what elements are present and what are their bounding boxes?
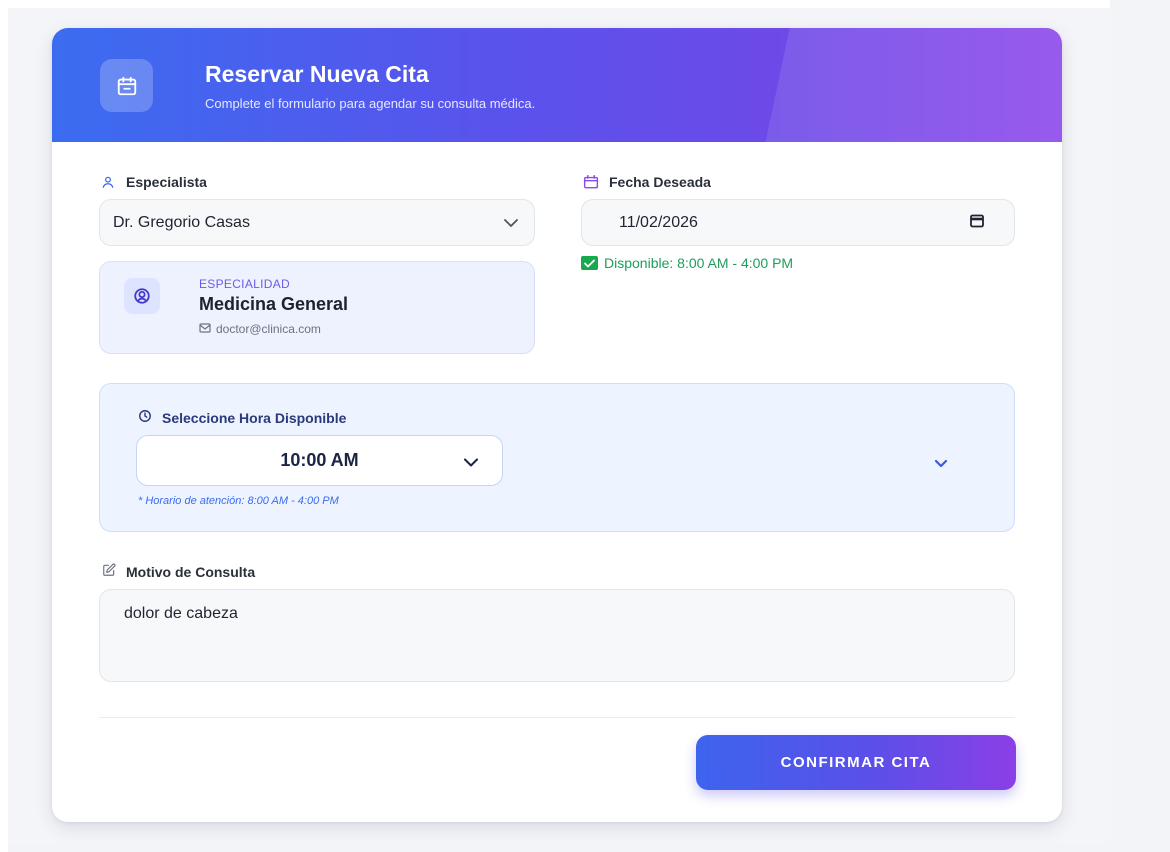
- date-input[interactable]: 11/02/2026: [581, 199, 1015, 246]
- doctor-info-card: ESPECIALIDAD Medicina General doctor@cli…: [99, 261, 535, 354]
- date-label-text: Fecha Deseada: [609, 174, 711, 190]
- calendar-icon: [583, 174, 599, 190]
- date-value: 11/02/2026: [619, 213, 698, 231]
- user-icon: [100, 174, 116, 190]
- header-calendar-icon: [100, 59, 153, 112]
- chevron-down-icon: [504, 214, 518, 232]
- time-panel-chevron-icon[interactable]: [934, 454, 948, 472]
- appointment-form-card: Reservar Nueva Cita Complete el formular…: [52, 28, 1062, 822]
- specialist-label-text: Especialista: [126, 174, 207, 190]
- header-sheen: [762, 28, 1062, 142]
- doctor-avatar-icon: [124, 278, 160, 314]
- check-icon: [581, 256, 598, 270]
- time-selected-value: 10:00 AM: [280, 450, 359, 470]
- specialist-select[interactable]: Dr. Gregorio Casas: [99, 199, 535, 246]
- specialty-name: Medicina General: [199, 294, 349, 314]
- specialist-label: Especialista: [100, 174, 207, 190]
- availability-text: Disponible: 8:00 AM - 4:00 PM: [604, 255, 794, 271]
- edit-icon: [102, 563, 116, 580]
- specialty-kicker: ESPECIALIDAD: [199, 277, 290, 291]
- reason-label: Motivo de Consulta: [102, 563, 255, 580]
- time-hint: * Horario de atención: 8:00 AM - 4:00 PM: [138, 495, 339, 507]
- time-label-text: Seleccione Hora Disponible: [162, 409, 347, 426]
- chevron-down-icon: [464, 450, 478, 471]
- page-background: [0, 0, 1110, 8]
- doctor-email: doctor@clinica.com: [199, 322, 321, 336]
- reason-label-text: Motivo de Consulta: [126, 563, 256, 580]
- divider: [99, 717, 1015, 718]
- time-select[interactable]: 10:00 AM: [136, 435, 503, 486]
- availability-status: Disponible: 8:00 AM - 4:00 PM: [581, 255, 793, 271]
- doctor-email-text: doctor@clinica.com: [216, 322, 321, 336]
- time-selection-panel: Seleccione Hora Disponible 10:00 AM * Ho…: [99, 383, 1015, 532]
- reason-textarea[interactable]: dolor de cabeza: [99, 589, 1015, 682]
- form-header: Reservar Nueva Cita Complete el formular…: [52, 28, 1062, 142]
- confirm-appointment-button[interactable]: CONFIRMAR CITA: [696, 735, 1016, 790]
- clock-icon: [138, 409, 152, 426]
- time-label: Seleccione Hora Disponible: [138, 409, 346, 426]
- page-subtitle: Complete el formulario para agendar su c…: [205, 96, 536, 111]
- specialist-selected-value: Dr. Gregorio Casas: [113, 213, 250, 231]
- date-label: Fecha Deseada: [583, 174, 711, 190]
- mail-icon: [199, 322, 211, 336]
- date-picker-icon[interactable]: [970, 213, 984, 232]
- page-title: Reservar Nueva Cita: [205, 61, 429, 87]
- page-background-left: [0, 0, 8, 852]
